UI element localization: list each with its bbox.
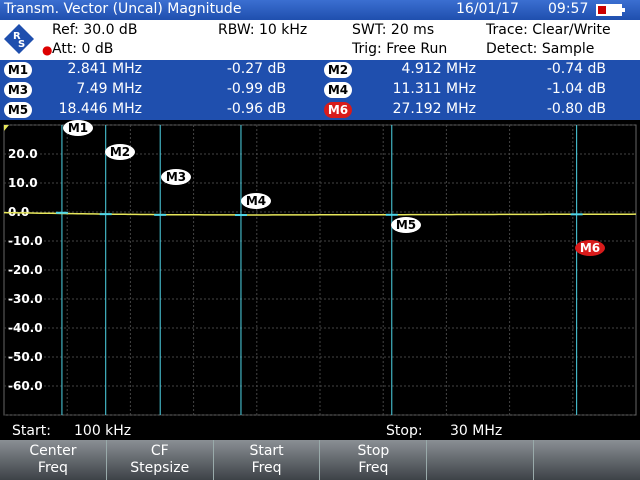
softkey-label: Freq	[358, 460, 389, 476]
battery-icon	[596, 4, 625, 16]
ref-level[interactable]: Ref: 30.0 dB	[52, 22, 137, 38]
rs-logo-icon: R S	[4, 24, 34, 54]
trigger-setting[interactable]: Trig: Free Run	[352, 41, 447, 57]
y-tick-label: -50.0	[8, 350, 43, 364]
ref-level-icon	[4, 125, 9, 131]
y-tick-label: -40.0	[8, 321, 43, 335]
marker-table: M1 2.841 MHz -0.27 dB M2 4.912 MHz -0.74…	[0, 60, 640, 120]
marker-level-m4: -1.04 dB	[546, 81, 606, 97]
plot-marker-label-m3: M3	[166, 170, 186, 184]
marker-level-m5: -0.96 dB	[226, 101, 286, 117]
marker-badge-m5[interactable]: M5	[4, 102, 32, 118]
spectrum-plot[interactable]: 20.0 10.0 0.0 -10.0 -20.0 -30.0 -40.0 -50.0 -60.…	[0, 120, 640, 420]
plot-marker-label-m2: M2	[110, 145, 130, 159]
marker-freq-m3: 7.49 MHz	[76, 81, 142, 97]
marker-badge-m4[interactable]: M4	[324, 82, 352, 98]
marker-level-m6: -0.80 dB	[546, 101, 606, 117]
start-freq-softkey[interactable]: Start Freq	[213, 440, 321, 480]
empty-softkey-5[interactable]	[427, 440, 535, 480]
title-bar: Transm. Vector (Uncal) Magnitude 16/01/1…	[0, 0, 640, 20]
softkey-label: Start	[249, 443, 284, 459]
marker-row: M5 18.446 MHz -0.96 dB M6 27.192 MHz -0.…	[0, 100, 640, 120]
softkey-label: Freq	[37, 460, 68, 476]
marker-freq-m6: 27.192 MHz	[392, 101, 476, 117]
center-freq-softkey[interactable]: Center Freq	[0, 440, 107, 480]
time-display: 09:57	[548, 1, 589, 17]
y-tick-label: -30.0	[8, 292, 43, 306]
svg-text:S: S	[18, 39, 25, 50]
y-tick-label: 10.0	[8, 176, 38, 190]
rbw-setting[interactable]: RBW: 10 kHz	[218, 22, 307, 38]
y-tick-label: -20.0	[8, 263, 43, 277]
marker-level-m2: -0.74 dB	[546, 61, 606, 77]
marker-freq-m5: 18.446 MHz	[58, 101, 142, 117]
marker-badge-m3[interactable]: M3	[4, 82, 32, 98]
marker-row: M1 2.841 MHz -0.27 dB M2 4.912 MHz -0.74…	[0, 60, 640, 80]
start-freq[interactable]: 100 kHz	[74, 423, 131, 439]
marker-freq-m1: 2.841 MHz	[67, 61, 142, 77]
measurement-title: Transm. Vector (Uncal) Magnitude	[4, 1, 242, 17]
empty-softkey-6[interactable]	[534, 440, 640, 480]
detector-setting[interactable]: Detect: Sample	[486, 41, 594, 57]
trace-setting[interactable]: Trace: Clear/Write	[486, 22, 611, 38]
attenuation[interactable]: Att: 0 dB	[52, 41, 113, 57]
plot-marker-label-m4: M4	[246, 194, 266, 208]
y-tick-label: -10.0	[8, 234, 43, 248]
plot-marker-label-m1: M1	[68, 121, 88, 135]
start-label: Start:	[12, 423, 51, 439]
plot-canvas[interactable]: 20.010.00.0-10.0-20.0-30.0-40.0-50.0-60.…	[0, 120, 640, 420]
swt-setting[interactable]: SWT: 20 ms	[352, 22, 434, 38]
softkey-label: Freq	[251, 460, 282, 476]
stop-freq-softkey[interactable]: Stop Freq	[320, 440, 428, 480]
plot-marker-label-m5: M5	[396, 218, 416, 232]
plot-marker-label-m6: M6	[580, 241, 600, 255]
y-tick-label: 20.0	[8, 147, 38, 161]
marker-badge-m2[interactable]: M2	[324, 62, 352, 78]
stop-freq[interactable]: 30 MHz	[450, 423, 502, 439]
softkey-label: CF	[150, 443, 169, 459]
marker-badge-m1[interactable]: M1	[4, 62, 32, 78]
softkey-bar: Center Freq CF Stepsize Start Freq Stop Freq	[0, 440, 640, 480]
y-tick-label: -60.0	[8, 379, 43, 393]
marker-row: M3 7.49 MHz -0.99 dB M4 11.311 MHz -1.04…	[0, 80, 640, 100]
softkey-label: Stop	[357, 443, 390, 459]
marker-freq-m4: 11.311 MHz	[392, 81, 476, 97]
att-indicator-icon: ●	[42, 43, 53, 57]
stop-label: Stop:	[386, 423, 423, 439]
cf-stepsize-softkey[interactable]: CF Stepsize	[106, 440, 214, 480]
date-display: 16/01/17	[456, 1, 519, 17]
settings-panel: R S Ref: 30.0 dB ● Att: 0 dB RBW: 10 kHz…	[0, 20, 640, 60]
softkey-label: Center	[29, 443, 77, 459]
marker-freq-m2: 4.912 MHz	[401, 61, 476, 77]
frequency-bar: Start: 100 kHz Stop: 30 MHz	[0, 420, 640, 440]
marker-badge-m6[interactable]: M6	[324, 102, 352, 118]
softkey-label: Stepsize	[130, 460, 190, 476]
marker-level-m1: -0.27 dB	[226, 61, 286, 77]
marker-level-m3: -0.99 dB	[226, 81, 286, 97]
